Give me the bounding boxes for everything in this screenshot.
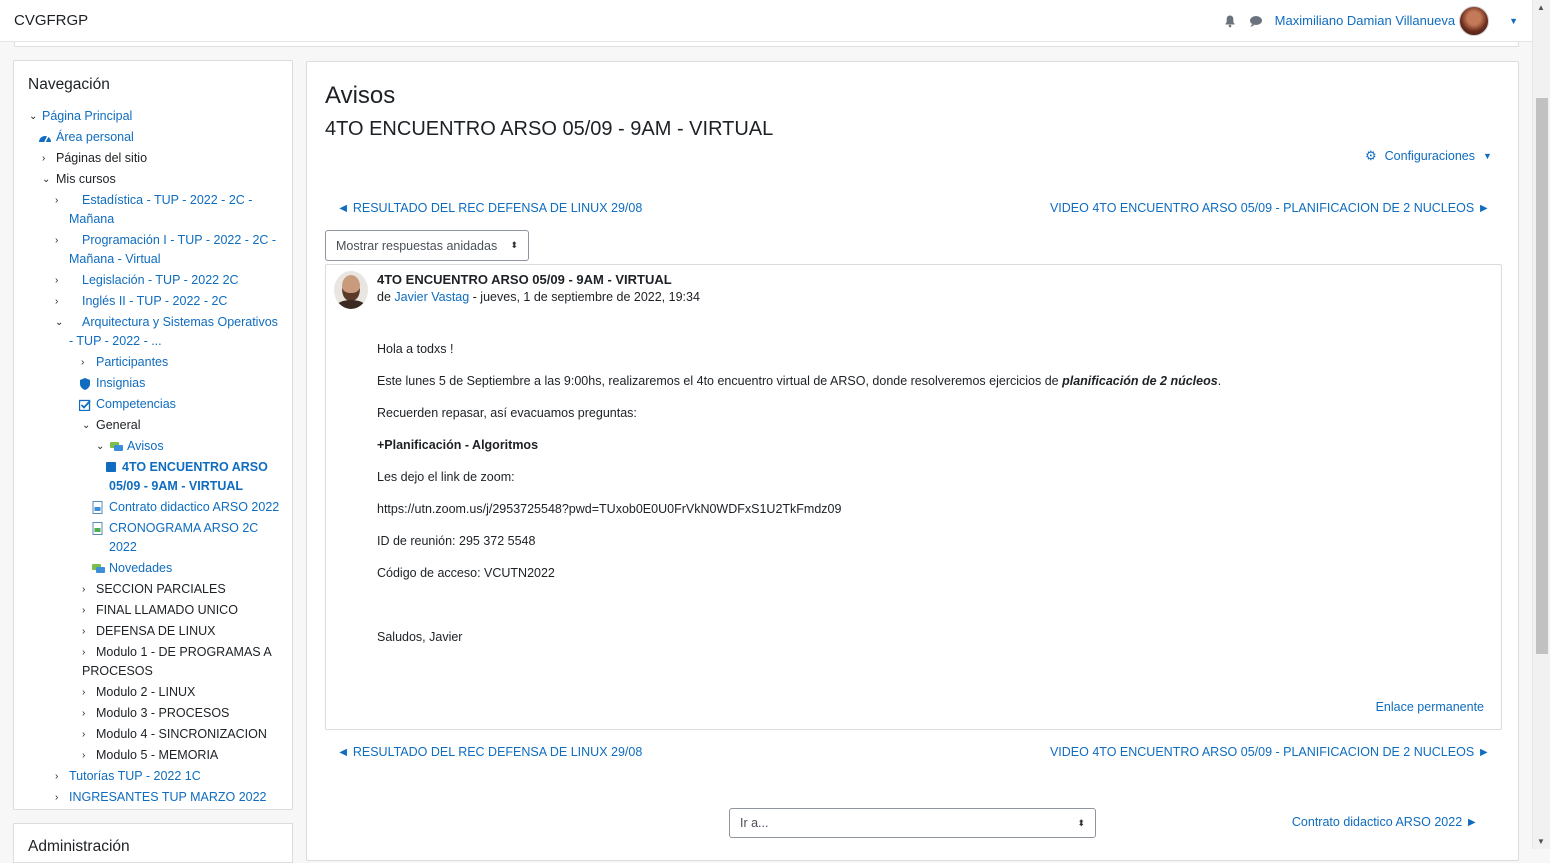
post-author-link[interactable]: Javier Vastag — [394, 290, 469, 304]
nav-course-ingles[interactable]: › Inglés II - TUP - 2022 - 2C — [14, 292, 294, 311]
jump-to-value: Ir a... — [740, 816, 769, 830]
nav-item-my-courses[interactable]: ⌄ Mis cursos — [14, 170, 294, 189]
forum-post: 4TO ENCUENTRO ARSO 05/09 - 9AM - VIRTUAL… — [325, 264, 1502, 730]
nav-course-programacion[interactable]: › Programación I - TUP - 2022 - 2C - Maña… — [14, 231, 294, 269]
prev-discussion-link-bottom[interactable]: ◄ RESULTADO DEL REC DEFENSA DE LINUX 29/… — [337, 745, 642, 759]
nav-item-avisos[interactable]: ⌄ Avisos — [14, 437, 294, 456]
navigation-block: Navegación ⌄ Página Principal Área person… — [13, 60, 293, 810]
display-mode-select[interactable]: Mostrar respuestas anidadas ⬍ — [325, 230, 529, 261]
scroll-thumb[interactable] — [1536, 98, 1548, 654]
nav-item-current-discussion[interactable]: 4TO ENCUENTRO ARSO 05/09 - 9AM - VIRTUAL — [14, 458, 294, 496]
post-body: Hola a todxs ! Este lunes 5 de Septiembr… — [377, 341, 1477, 661]
square-bullet-icon — [106, 462, 116, 472]
discussion-title: 4TO ENCUENTRO ARSO 05/09 - 9AM - VIRTUAL — [325, 118, 774, 140]
main-region: Avisos 4TO ENCUENTRO ARSO 05/09 - 9AM - … — [306, 61, 1519, 861]
nav-section-modulo5[interactable]: › Modulo 5 - MEMORIA — [14, 746, 294, 765]
site-brand[interactable]: CVGFRGP — [14, 12, 88, 29]
next-discussion-link[interactable]: VIDEO 4TO ENCUENTRO ARSO 05/09 - PLANIFI… — [1050, 201, 1490, 215]
post-date: - jueves, 1 de septiembre de 2022, 19:34 — [469, 290, 700, 304]
nav-course-arso[interactable]: ⌄ Arquitectura y Sistemas Operativos - TU… — [14, 313, 294, 351]
nav-section-modulo2[interactable]: › Modulo 2 - LINUX — [14, 683, 294, 702]
post-byline: de Javier Vastag - jueves, 1 de septiemb… — [377, 290, 700, 304]
post-topics: +Planificación - Algoritmos — [377, 438, 539, 452]
settings-menu[interactable]: ⚙ Configuraciones ▼ — [1365, 148, 1492, 164]
navigation-tree: ⌄ Página Principal Área personal › Páginas… — [14, 107, 294, 809]
nav-section-modulo3[interactable]: › Modulo 3 - PROCESOS — [14, 704, 294, 723]
post-subject: 4TO ENCUENTRO ARSO 05/09 - 9AM - VIRTUAL — [377, 272, 672, 287]
nav-course-ingresantes[interactable]: › INGRESANTES TUP MARZO 2022 — [14, 788, 294, 807]
nav-item-site-pages[interactable]: › Páginas del sitio — [14, 149, 294, 168]
nav-item-cronograma[interactable]: CRONOGRAMA ARSO 2C 2022 — [14, 519, 294, 557]
nav-course-tutorias[interactable]: › Tutorías TUP - 2022 1C — [14, 767, 294, 786]
shield-icon — [80, 377, 92, 390]
file-spreadsheet-icon — [92, 522, 104, 535]
nav-course-estadistica[interactable]: › Estadística - TUP - 2022 - 2C - Mañana — [14, 191, 294, 229]
forum-heading: Avisos — [325, 82, 396, 109]
dashboard-icon — [38, 131, 51, 143]
post-paragraph-3: Les dejo el link de zoom: — [377, 470, 515, 484]
forum-icon — [92, 562, 106, 574]
scroll-down-icon[interactable]: ▼ — [1537, 837, 1545, 846]
nav-section-defensa[interactable]: › DEFENSA DE LINUX — [14, 622, 294, 641]
checkbox-icon — [78, 398, 91, 412]
prev-discussion-link[interactable]: ◄ RESULTADO DEL REC DEFENSA DE LINUX 29/… — [337, 201, 642, 215]
navigation-block-title: Navegación — [28, 76, 110, 93]
nav-section-modulo4[interactable]: › Modulo 4 - SINCRONIZACION — [14, 725, 294, 744]
user-avatar[interactable] — [1459, 5, 1490, 36]
nav-item-home[interactable]: ⌄ Página Principal — [14, 107, 294, 126]
author-avatar[interactable] — [334, 271, 368, 309]
page-scrollbar[interactable]: ▲ ▼ — [1532, 0, 1550, 849]
gear-icon: ⚙ — [1365, 148, 1377, 163]
chat-bubble-icon[interactable] — [1249, 14, 1263, 28]
nav-item-dashboard[interactable]: Área personal — [14, 128, 294, 147]
post-paragraph-1: Este lunes 5 de Septiembre a las 9:00hs,… — [377, 374, 1222, 388]
meeting-id: ID de reunión: 295 372 5548 — [377, 534, 536, 548]
display-mode-value: Mostrar respuestas anidadas — [336, 238, 498, 253]
top-navbar: CVGFRGP Maximiliano Damian Villanueva ▼ — [0, 0, 1532, 42]
next-discussion-link-bottom[interactable]: VIDEO 4TO ENCUENTRO ARSO 05/09 - PLANIFI… — [1050, 745, 1490, 759]
select-arrows-icon: ⬍ — [1077, 817, 1085, 828]
user-menu-name[interactable]: Maximiliano Damian Villanueva — [1275, 13, 1455, 28]
settings-label: Configuraciones — [1384, 149, 1475, 163]
permalink[interactable]: Enlace permanente — [1376, 700, 1484, 714]
jump-to-select[interactable]: Ir a... ⬍ — [729, 808, 1096, 838]
nav-item-insignias[interactable]: Insignias — [14, 374, 294, 393]
zoom-link-text: https://utn.zoom.us/j/2953725548?pwd=TUx… — [377, 502, 842, 516]
nav-item-competencias[interactable]: Competencias — [14, 395, 294, 414]
administration-block: Administración — [13, 823, 293, 863]
administration-block-title: Administración — [28, 838, 130, 855]
chevron-down-icon: ▼ — [1483, 151, 1492, 161]
bell-icon[interactable] — [1223, 14, 1237, 28]
select-arrows-icon: ⬍ — [510, 240, 518, 250]
forum-icon — [110, 440, 124, 452]
post-greeting: Hola a todxs ! — [377, 342, 454, 356]
nav-item-participantes[interactable]: › Participantes — [14, 353, 294, 372]
nav-section-final[interactable]: › FINAL LLAMADO UNICO — [14, 601, 294, 620]
header-strip — [14, 42, 1519, 47]
scroll-up-icon[interactable]: ▲ — [1537, 3, 1545, 12]
post-signoff: Saludos, Javier — [377, 630, 463, 644]
next-activity-link[interactable]: Contrato didactico ARSO 2022 ► — [1292, 815, 1478, 829]
post-paragraph-2: Recuerden repasar, así evacuamos pregunt… — [377, 406, 637, 420]
nav-section-modulo1[interactable]: › Modulo 1 - DE PROGRAMAS A PROCESOS — [14, 643, 294, 681]
file-pdf-icon — [92, 501, 104, 514]
nav-course-legislacion[interactable]: › Legislación - TUP - 2022 2C — [14, 271, 294, 290]
nav-item-contrato[interactable]: Contrato didactico ARSO 2022 — [14, 498, 294, 517]
nav-item-novedades[interactable]: Novedades — [14, 559, 294, 578]
user-menu-caret-icon[interactable]: ▼ — [1509, 16, 1518, 26]
nav-section-general[interactable]: ⌄ General — [14, 416, 294, 435]
meeting-passcode: Código de acceso: VCUTN2022 — [377, 566, 555, 580]
nav-section-parciales[interactable]: › SECCION PARCIALES — [14, 580, 294, 599]
